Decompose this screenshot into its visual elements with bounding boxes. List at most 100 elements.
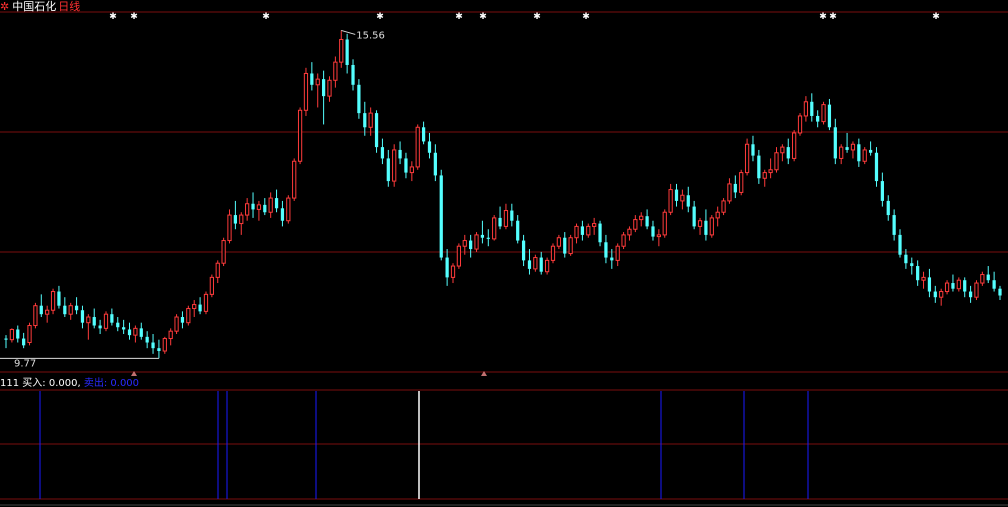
candle xyxy=(386,149,390,187)
candle-body xyxy=(780,146,785,154)
candle-body xyxy=(274,198,279,209)
price-grid xyxy=(0,11,1008,506)
candle xyxy=(792,130,797,162)
candle-body xyxy=(604,242,608,258)
candle-body xyxy=(539,257,543,272)
candle-body xyxy=(803,101,809,117)
candle xyxy=(927,268,932,298)
candle xyxy=(839,144,844,165)
candle xyxy=(645,209,649,230)
candle xyxy=(186,305,191,326)
candle-body xyxy=(462,240,467,247)
candle-body xyxy=(116,322,120,328)
candle xyxy=(833,118,837,165)
candle-body xyxy=(892,215,896,235)
candle-body xyxy=(492,217,497,240)
candle xyxy=(256,200,262,221)
candle xyxy=(639,212,644,227)
candle xyxy=(803,96,809,122)
candle-body xyxy=(427,141,432,153)
candle-body xyxy=(415,126,420,168)
candle-body xyxy=(574,225,579,239)
candle xyxy=(550,243,556,264)
candle-body xyxy=(680,194,685,202)
candle-body xyxy=(33,305,38,327)
candle-body xyxy=(68,305,73,315)
candle-body xyxy=(956,279,961,290)
candle-body xyxy=(292,160,297,199)
candle-body xyxy=(268,197,273,213)
candle xyxy=(474,232,479,252)
candle xyxy=(816,110,820,128)
candle-body xyxy=(568,237,573,255)
candle xyxy=(933,285,937,303)
candle-body xyxy=(662,211,667,236)
candle xyxy=(992,271,996,292)
candle-body xyxy=(580,226,585,235)
candle-body xyxy=(904,254,908,264)
indicator-name[interactable]: 111 xyxy=(0,378,19,389)
candle-body xyxy=(668,189,673,213)
signal-marker: ✱ xyxy=(829,12,837,22)
candle xyxy=(768,158,773,179)
candle-body xyxy=(63,305,67,315)
period-label[interactable]: 日线 xyxy=(58,0,80,13)
candle-body xyxy=(992,280,996,289)
candle xyxy=(968,285,973,303)
candle xyxy=(916,260,920,286)
candle xyxy=(797,113,803,136)
candle xyxy=(780,144,785,162)
candle-body xyxy=(92,317,96,326)
candle-body xyxy=(327,79,332,97)
indicator-header: 111 买入: 0.000, 卖出: 0.000 xyxy=(0,377,139,390)
candle-body xyxy=(74,305,79,311)
gear-icon[interactable]: ✲ xyxy=(0,0,9,13)
candle xyxy=(245,198,250,221)
sell-value: 0.000 xyxy=(110,378,140,389)
candle xyxy=(22,332,26,349)
candle xyxy=(45,305,50,323)
candle-body xyxy=(774,152,779,171)
candle-body xyxy=(927,277,932,292)
candle xyxy=(692,200,696,230)
candle-body xyxy=(968,291,973,298)
price-annotations: 15.56 9.77 xyxy=(0,29,385,369)
candle xyxy=(215,260,220,284)
candle xyxy=(627,226,632,241)
candle xyxy=(986,266,990,284)
candle xyxy=(50,288,56,315)
candle xyxy=(450,263,456,284)
signal-marker: ✱ xyxy=(455,12,463,22)
stock-name[interactable]: 中国石化 xyxy=(12,0,56,13)
candle-body xyxy=(456,245,462,267)
candle xyxy=(145,331,149,349)
candle xyxy=(533,254,538,272)
candle xyxy=(656,229,661,247)
candle xyxy=(192,300,197,318)
candle-body xyxy=(768,169,773,174)
candle xyxy=(339,30,344,68)
candle xyxy=(374,110,379,153)
candle xyxy=(203,291,209,315)
signal-markers: ✱ ✱ ✱ ✱ ✱ ✱ ✱ ✱ ✱ ✱ ✱ xyxy=(109,12,940,376)
candle-body xyxy=(709,217,714,236)
candle xyxy=(268,192,273,218)
candle xyxy=(292,158,297,201)
candle xyxy=(827,98,832,131)
candle-body xyxy=(951,283,955,289)
candle xyxy=(233,200,238,230)
candle xyxy=(133,325,138,343)
candle xyxy=(762,169,767,187)
candle-body xyxy=(727,183,732,202)
candle xyxy=(157,339,161,359)
candle xyxy=(209,274,214,298)
candle-body xyxy=(321,79,326,97)
candle-body xyxy=(721,200,726,213)
candle xyxy=(574,223,579,244)
candle-body xyxy=(697,220,703,227)
candle-body xyxy=(4,338,8,340)
candle xyxy=(621,232,626,250)
candle-body xyxy=(133,327,138,336)
candle xyxy=(286,195,291,224)
candle-body xyxy=(916,266,920,281)
